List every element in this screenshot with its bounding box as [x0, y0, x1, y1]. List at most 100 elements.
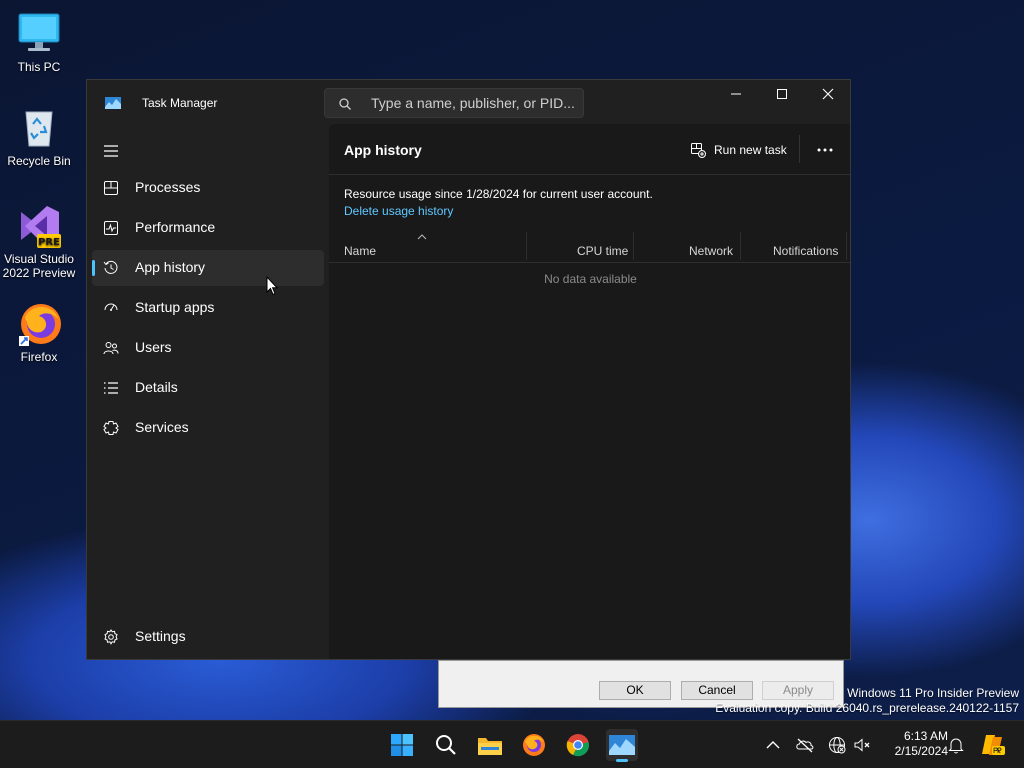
resource-usage-info: Resource usage since 1/28/2024 for curre…	[344, 187, 653, 201]
window-title: Task Manager	[142, 96, 218, 110]
search-input[interactable]	[371, 94, 576, 112]
processes-icon	[104, 181, 118, 195]
nav-item-performance[interactable]: Performance	[92, 210, 324, 246]
run-new-task-icon	[691, 143, 706, 158]
nav-item-services[interactable]: Services	[92, 410, 324, 446]
nav-item-processes[interactable]: Processes	[92, 170, 324, 206]
nav-item-label: Details	[135, 379, 178, 395]
apply-button[interactable]: Apply	[762, 681, 834, 700]
column-header-network[interactable]: Network	[689, 244, 733, 258]
delete-usage-history-link[interactable]: Delete usage history	[344, 204, 453, 218]
minimize-button[interactable]	[713, 80, 759, 108]
column-separator	[846, 232, 847, 260]
nav-item-details[interactable]: Details	[92, 370, 324, 406]
navigation-sidebar: Processes Performance App history Startu…	[87, 124, 329, 659]
more-options-icon	[817, 148, 833, 152]
notification-bell-icon[interactable]	[946, 735, 966, 755]
minimize-icon	[731, 93, 741, 95]
sort-ascending-icon	[417, 234, 427, 240]
taskbar-file-explorer[interactable]	[474, 729, 506, 761]
this-pc-icon	[17, 12, 61, 56]
taskbar: 6:13 AM 2/15/2024	[0, 720, 1024, 768]
services-icon	[103, 421, 119, 435]
details-icon	[104, 382, 118, 394]
taskbar-task-manager[interactable]	[606, 729, 638, 762]
header-divider	[329, 174, 850, 175]
app-history-page: App history Run new task Resource usage …	[329, 124, 850, 659]
onedrive-offline-icon[interactable]	[795, 735, 815, 755]
desktop-icon-label: Recycle Bin	[7, 154, 71, 168]
copilot-preview-icon[interactable]	[980, 732, 1006, 758]
selection-indicator	[92, 260, 95, 276]
run-new-task-button[interactable]: Run new task	[687, 137, 797, 165]
empty-state-text: No data available	[544, 272, 637, 286]
close-button[interactable]	[805, 80, 850, 108]
app-history-icon	[103, 260, 118, 274]
search-icon	[339, 98, 351, 110]
users-icon	[103, 342, 119, 355]
firefox-icon	[17, 302, 61, 346]
column-header-divider	[329, 262, 850, 263]
desktop-icon-this-pc[interactable]: This PC	[1, 12, 77, 74]
nav-item-label: App history	[135, 259, 206, 275]
column-header-notifications[interactable]: Notifications	[773, 244, 838, 258]
pre-badge: PRE	[38, 237, 60, 248]
desktop-icon-visual-studio[interactable]: PRE Visual Studio 2022 Preview	[1, 204, 77, 280]
more-options-button[interactable]	[809, 136, 841, 164]
system-clock[interactable]: 6:13 AM 2/15/2024	[876, 729, 948, 759]
show-hidden-icons-chevron-icon[interactable]	[763, 735, 783, 755]
start-icon	[391, 734, 413, 756]
maximize-icon	[777, 89, 787, 99]
file-explorer-icon	[478, 738, 502, 755]
desktop-icon-label: This PC	[17, 60, 61, 74]
column-header-name[interactable]: Name	[344, 244, 376, 258]
taskbar-firefox[interactable]	[518, 729, 550, 761]
close-icon	[822, 88, 834, 100]
desktop-icon-firefox[interactable]: Firefox	[1, 302, 77, 364]
cancel-button[interactable]: Cancel	[681, 681, 753, 700]
active-app-indicator	[616, 759, 628, 762]
clock-time: 6:13 AM	[903, 729, 948, 743]
nav-item-label: Settings	[135, 628, 186, 644]
watermark-line1: Windows 11 Pro Insider Preview	[847, 686, 1019, 700]
search-box[interactable]	[324, 88, 584, 118]
page-title: App history	[344, 142, 422, 158]
desktop-icon-label: Visual Studio 2022 Preview	[2, 252, 76, 280]
nav-item-label: Services	[135, 419, 189, 435]
gear-icon	[104, 629, 118, 645]
task-manager-icon	[609, 735, 635, 755]
watermark-line2: Evaluation copy. Build 26040.rs_prerelea…	[715, 701, 1019, 715]
nav-item-app-history[interactable]: App history	[92, 250, 324, 286]
hamburger-menu-icon[interactable]	[103, 144, 119, 158]
task-manager-window: Task Manager Processes Performance App h…	[86, 79, 851, 660]
ok-button[interactable]: OK	[599, 681, 671, 700]
start-button[interactable]	[386, 729, 418, 761]
desktop-icon-recycle-bin[interactable]: Recycle Bin	[1, 106, 77, 168]
column-separator	[633, 232, 634, 260]
startup-apps-icon	[104, 303, 118, 311]
firefox-icon	[523, 734, 545, 756]
taskbar-chrome[interactable]	[562, 729, 594, 761]
desktop-icon-label: Firefox	[20, 350, 58, 364]
column-separator	[740, 232, 741, 260]
toolbar-separator	[799, 135, 800, 163]
search-icon	[436, 735, 456, 755]
nav-item-label: Startup apps	[135, 299, 215, 315]
task-manager-icon	[105, 97, 121, 109]
maximize-button[interactable]	[759, 80, 805, 108]
mouse-cursor-icon	[266, 276, 278, 296]
nav-item-users[interactable]: Users	[92, 330, 324, 366]
network-globe-icon[interactable]	[827, 735, 847, 755]
recycle-bin-icon	[17, 106, 61, 150]
visual-studio-icon: PRE	[17, 204, 61, 248]
taskbar-search-button[interactable]	[430, 729, 462, 761]
volume-muted-icon[interactable]	[853, 735, 873, 755]
chrome-icon	[566, 734, 589, 757]
title-bar[interactable]: Task Manager	[87, 80, 850, 124]
column-header-cpu-time[interactable]: CPU time	[577, 244, 628, 258]
nav-item-settings[interactable]: Settings	[92, 619, 324, 655]
performance-icon	[104, 221, 118, 235]
nav-item-label: Processes	[135, 179, 201, 195]
nav-item-startup-apps[interactable]: Startup apps	[92, 290, 324, 326]
nav-item-label: Performance	[135, 219, 216, 235]
